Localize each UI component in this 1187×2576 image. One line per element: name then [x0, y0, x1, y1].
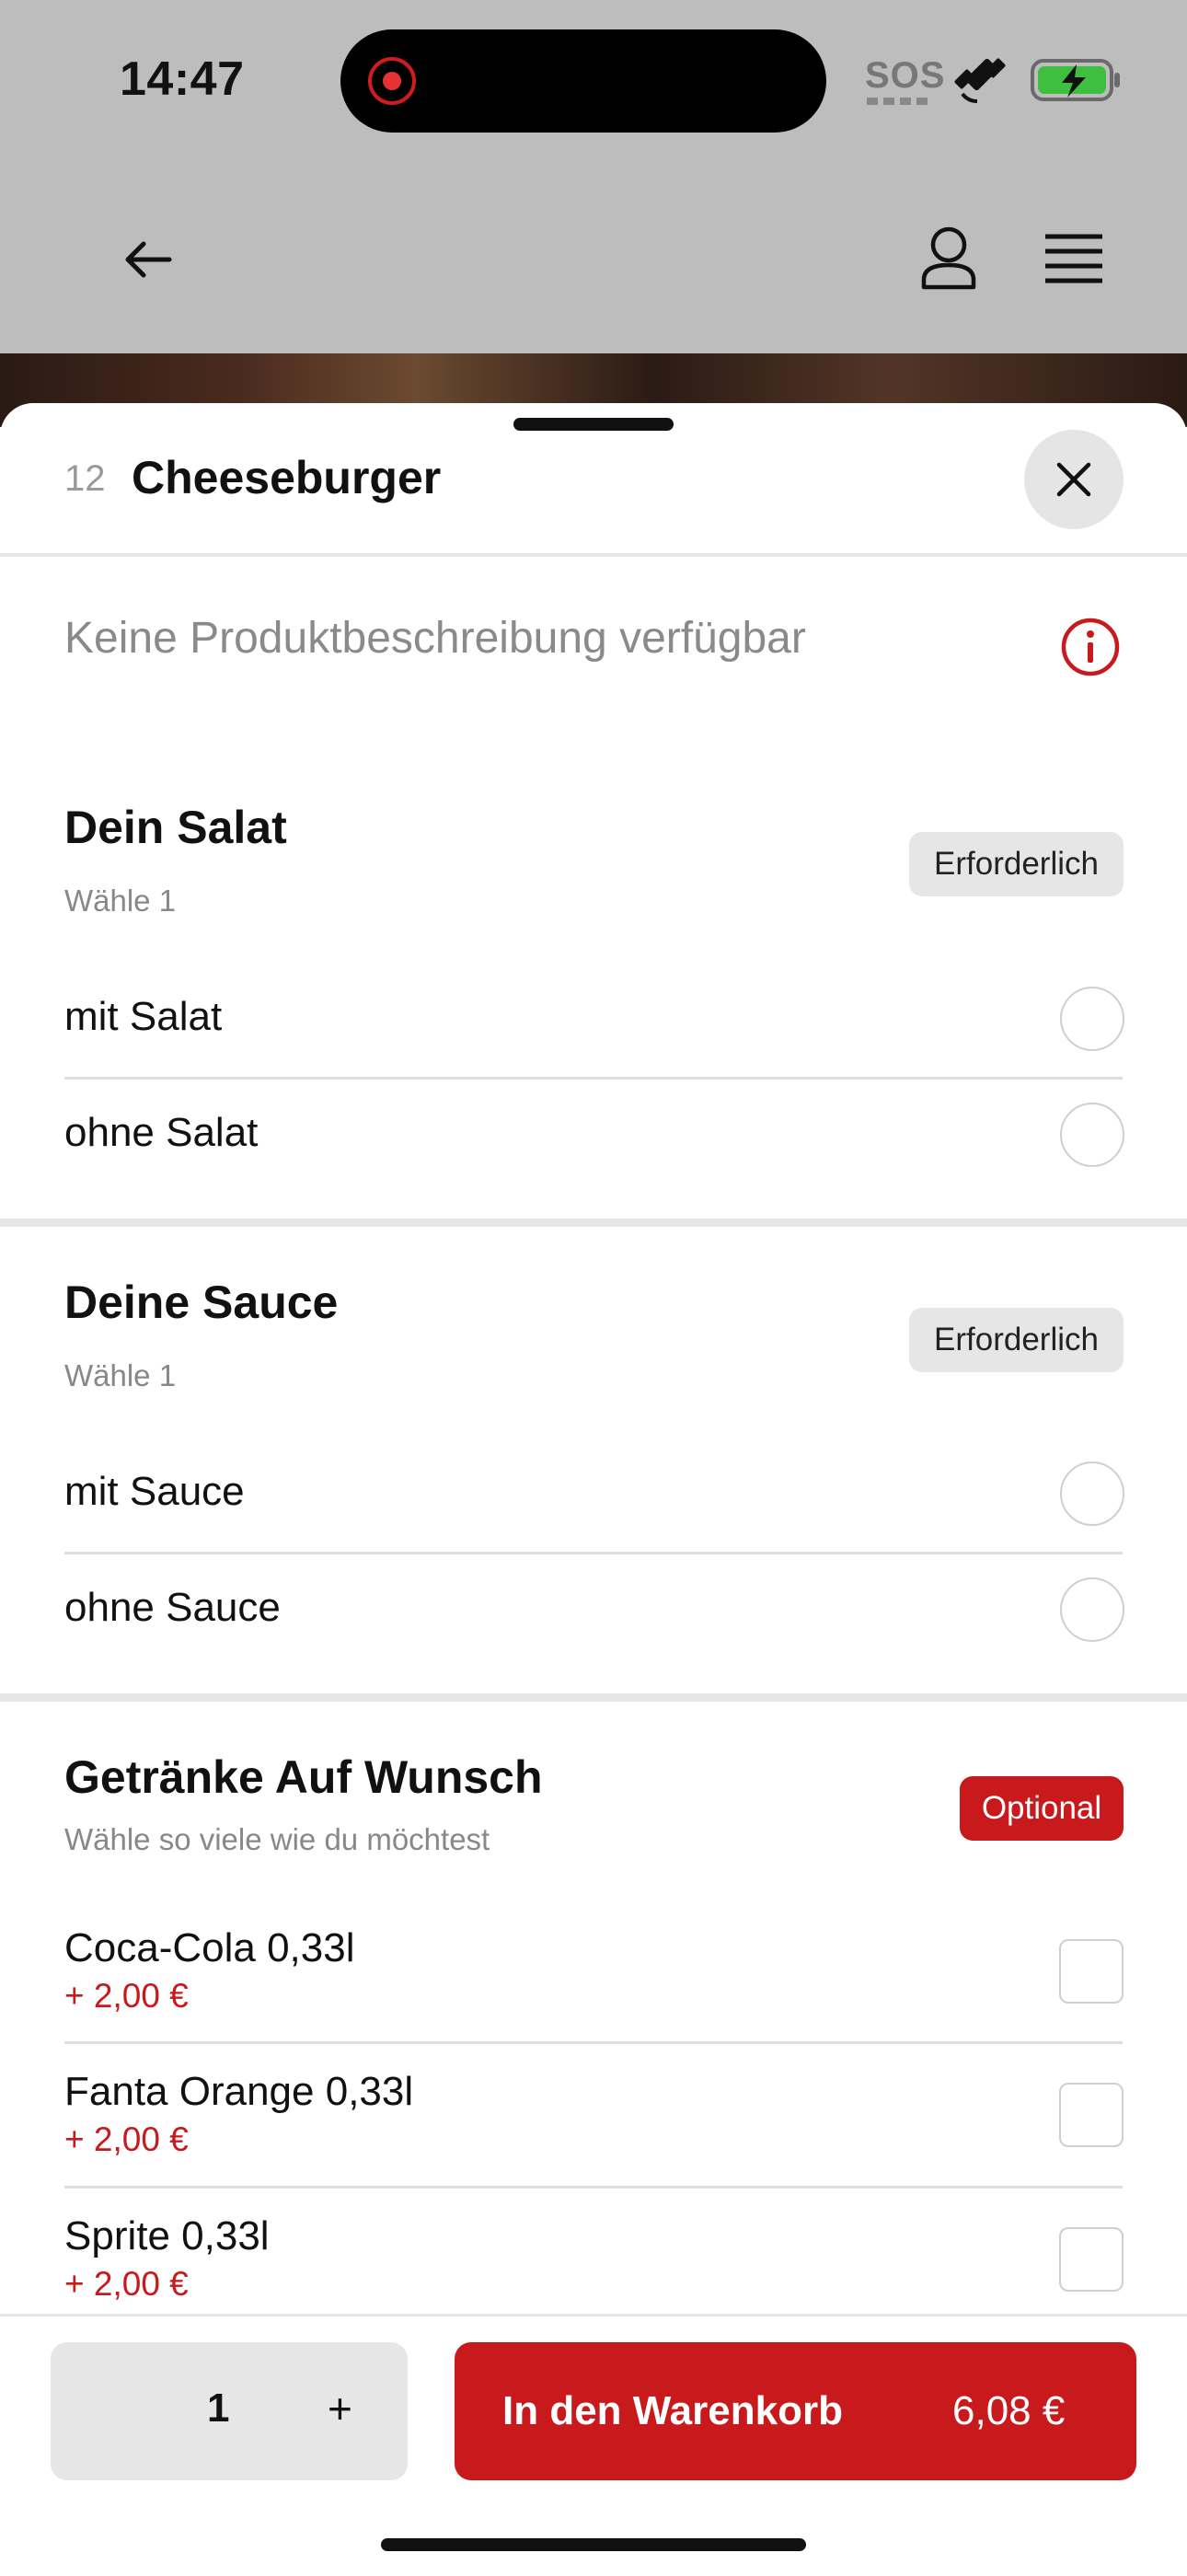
hamburger-menu-icon[interactable] — [1043, 232, 1104, 285]
radio-mit-sauce[interactable] — [1060, 1461, 1124, 1526]
checkbox-coca-cola[interactable] — [1059, 1939, 1124, 2004]
option-label[interactable]: mit Sauce — [64, 1469, 245, 1515]
status-time: 14:47 — [120, 52, 245, 106]
back-arrow-icon[interactable] — [121, 232, 177, 287]
product-description: Keine Produktbeschreibung verfügbar — [64, 614, 806, 663]
dynamic-island — [340, 29, 826, 133]
section-divider — [0, 1693, 1187, 1702]
sheet-grabber[interactable] — [513, 418, 674, 431]
section-subtitle-sauce: Wähle 1 — [64, 1358, 177, 1392]
add-to-cart-label: In den Warenkorb — [502, 2388, 843, 2433]
option-label[interactable]: Sprite 0,33l — [64, 2213, 270, 2259]
option-divider — [64, 2186, 1123, 2189]
battery-icon — [1031, 59, 1120, 101]
radio-mit-salat[interactable] — [1060, 987, 1124, 1051]
product-number: 12 — [64, 458, 106, 499]
option-price: + 2,00 € — [64, 2265, 189, 2303]
checkbox-fanta-orange[interactable] — [1059, 2083, 1124, 2147]
satellite-icon — [954, 58, 1006, 103]
recording-icon — [368, 57, 416, 105]
section-title-sauce: Deine Sauce — [64, 1276, 339, 1328]
radio-ohne-sauce[interactable] — [1060, 1577, 1124, 1642]
option-divider — [64, 1077, 1123, 1080]
section-subtitle-getraenke: Wähle so viele wie du möchtest — [64, 1822, 490, 1856]
option-price: + 2,00 € — [64, 1977, 189, 2015]
account-icon[interactable] — [920, 225, 977, 291]
signal-dots-icon — [867, 98, 931, 105]
option-label[interactable]: ohne Sauce — [64, 1585, 281, 1631]
radio-ohne-salat[interactable] — [1060, 1103, 1124, 1167]
increment-button[interactable]: + — [328, 2384, 352, 2433]
product-title: Cheeseburger — [132, 452, 442, 503]
cart-total-price: 6,08 € — [952, 2388, 1066, 2433]
optional-badge: Optional — [960, 1776, 1124, 1841]
home-indicator[interactable] — [381, 2538, 806, 2551]
section-divider — [0, 1219, 1187, 1227]
sos-indicator: SOS — [865, 55, 946, 96]
info-icon[interactable] — [1060, 617, 1121, 677]
option-label[interactable]: ohne Salat — [64, 1110, 258, 1156]
section-title-salat: Dein Salat — [64, 802, 287, 853]
checkbox-sprite[interactable] — [1059, 2227, 1124, 2292]
option-divider — [64, 1552, 1123, 1554]
section-subtitle-salat: Wähle 1 — [64, 884, 177, 918]
option-label[interactable]: Coca-Cola 0,33l — [64, 1925, 355, 1971]
quantity-value: 1 — [207, 2385, 230, 2431]
option-label[interactable]: mit Salat — [64, 994, 222, 1040]
section-title-getraenke: Getränke Auf Wunsch — [64, 1751, 543, 1803]
close-button[interactable] — [1024, 430, 1124, 529]
required-badge: Erforderlich — [909, 1308, 1124, 1372]
close-icon — [1056, 462, 1091, 497]
option-label[interactable]: Fanta Orange 0,33l — [64, 2069, 413, 2115]
option-price: + 2,00 € — [64, 2120, 189, 2158]
option-divider — [64, 2041, 1123, 2044]
header-divider — [0, 553, 1187, 557]
required-badge: Erforderlich — [909, 832, 1124, 896]
